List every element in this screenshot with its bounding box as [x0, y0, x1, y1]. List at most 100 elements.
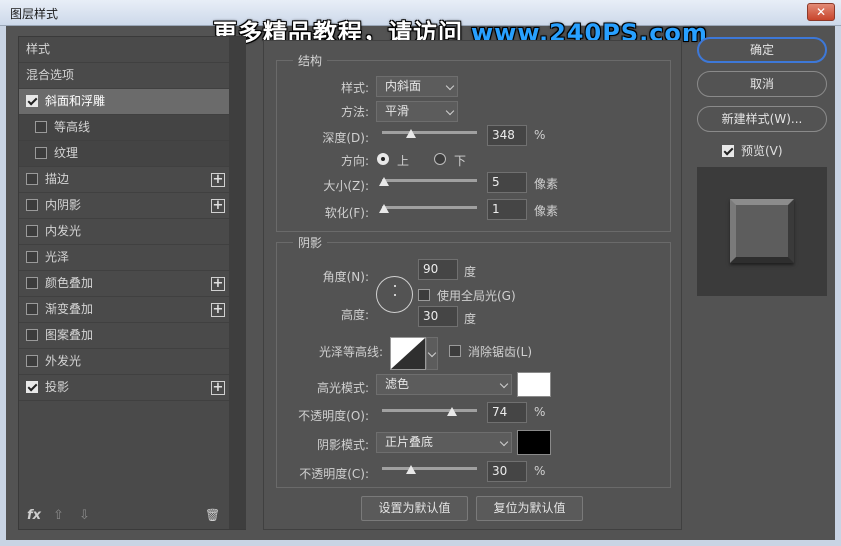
depth-input[interactable]: 348 — [487, 125, 527, 146]
trash-icon[interactable]: 🗑 — [205, 508, 220, 522]
highlight-opacity-slider[interactable] — [382, 407, 477, 416]
depth-slider-thumb[interactable] — [406, 129, 416, 138]
list-item-color-overlay[interactable]: 颜色叠加 + — [19, 271, 229, 297]
soften-slider-thumb[interactable] — [379, 204, 389, 213]
soften-slider[interactable] — [379, 204, 477, 213]
texture-checkbox[interactable] — [35, 146, 47, 159]
highlight-opacity-input[interactable]: 74 — [487, 402, 527, 423]
size-slider[interactable] — [379, 177, 477, 186]
add-inner-shadow-icon[interactable]: + — [211, 199, 225, 213]
styles-list-scrollbar[interactable] — [229, 37, 246, 529]
add-color-overlay-icon[interactable]: + — [211, 277, 225, 291]
gradient-overlay-checkbox[interactable] — [26, 302, 38, 315]
direction-up-radio[interactable] — [377, 153, 389, 165]
angle-input[interactable]: 90 — [418, 259, 458, 280]
list-item-label: 纹理 — [54, 146, 79, 160]
list-item-stroke[interactable]: 描边 + — [19, 167, 229, 193]
add-stroke-icon[interactable]: + — [211, 173, 225, 187]
list-item-pattern-overlay[interactable]: 图案叠加 — [19, 323, 229, 349]
list-item-label: 投影 — [45, 380, 70, 394]
list-item-drop-shadow[interactable]: 投影 + — [19, 375, 229, 401]
technique-select-value: 平滑 — [385, 104, 410, 118]
list-item-inner-shadow[interactable]: 内阴影 + — [19, 193, 229, 219]
styles-list: 样式 混合选项 斜面和浮雕 等高线 纹理 描边 + 内阴影 + 内发光 光泽 颜色叠… — [19, 37, 229, 401]
list-item-label: 等高线 — [54, 120, 91, 134]
move-up-icon[interactable]: ⇧ — [53, 508, 64, 523]
stroke-checkbox[interactable] — [26, 172, 38, 185]
preview-toggle[interactable]: 预览(V) — [722, 142, 783, 159]
global-light-checkbox[interactable] — [418, 289, 430, 301]
list-item-styles[interactable]: 样式 — [19, 37, 229, 63]
style-select[interactable]: 内斜面 — [376, 76, 458, 97]
depth-slider[interactable] — [382, 129, 477, 138]
preview-checkbox[interactable] — [722, 144, 734, 157]
angle-dial[interactable] — [376, 276, 413, 313]
soften-input[interactable]: 1 — [487, 199, 527, 220]
shadow-mode-value: 正片叠底 — [385, 435, 434, 449]
highlight-opacity-label: 不透明度(O): — [298, 409, 369, 423]
highlight-mode-select[interactable]: 滤色 — [376, 374, 512, 395]
preview-label: 预览(V) — [741, 144, 783, 158]
list-item-inner-glow[interactable]: 内发光 — [19, 219, 229, 245]
preview-swatch-tile — [730, 199, 794, 263]
chevron-down-icon — [499, 379, 509, 389]
make-default-button[interactable]: 设置为默认值 — [361, 496, 468, 521]
highlight-color-swatch[interactable] — [517, 372, 551, 397]
list-item-bevel-emboss[interactable]: 斜面和浮雕 — [19, 89, 229, 115]
reset-default-button[interactable]: 复位为默认值 — [476, 496, 583, 521]
ok-button[interactable]: 确定 — [697, 37, 827, 63]
cancel-button[interactable]: 取消 — [697, 71, 827, 97]
size-input[interactable]: 5 — [487, 172, 527, 193]
close-button[interactable]: ✕ — [807, 3, 835, 21]
move-down-icon[interactable]: ⇩ — [79, 508, 90, 523]
new-style-button[interactable]: 新建样式(W)... — [697, 106, 827, 132]
list-item-blending-options[interactable]: 混合选项 — [19, 63, 229, 89]
pattern-overlay-checkbox[interactable] — [26, 328, 38, 341]
add-gradient-overlay-icon[interactable]: + — [211, 303, 225, 317]
angle-unit: 度 — [464, 265, 477, 279]
list-item-texture[interactable]: 纹理 — [19, 141, 229, 167]
gloss-contour-preview[interactable] — [390, 337, 426, 370]
inner-shadow-checkbox[interactable] — [26, 198, 38, 211]
list-item-outer-glow[interactable]: 外发光 — [19, 349, 229, 375]
fx-icon[interactable]: fx — [27, 508, 41, 523]
shadow-opacity-input[interactable]: 30 — [487, 461, 527, 482]
direction-up-label: 上 — [397, 154, 410, 168]
shadow-mode-select[interactable]: 正片叠底 — [376, 432, 512, 453]
angle-label: 角度(N): — [322, 270, 369, 284]
bevel-emboss-checkbox[interactable] — [26, 94, 38, 107]
shadow-opacity-thumb[interactable] — [406, 465, 416, 474]
direction-down-radio[interactable] — [434, 153, 446, 165]
chevron-down-icon — [499, 437, 509, 447]
highlight-mode-label: 高光模式: — [316, 381, 369, 395]
list-item-label: 斜面和浮雕 — [45, 94, 106, 108]
inner-glow-checkbox[interactable] — [26, 224, 38, 237]
style-label: 样式: — [340, 81, 369, 95]
drop-shadow-checkbox[interactable] — [26, 380, 38, 393]
list-item-label: 混合选项 — [26, 68, 75, 82]
close-icon: ✕ — [815, 5, 827, 19]
shadow-color-swatch[interactable] — [517, 430, 551, 455]
shadow-opacity-label: 不透明度(C): — [299, 467, 369, 481]
technique-select[interactable]: 平滑 — [376, 101, 458, 122]
direction-label: 方向: — [340, 154, 369, 168]
satin-checkbox[interactable] — [26, 250, 38, 263]
list-item-satin[interactable]: 光泽 — [19, 245, 229, 271]
gloss-contour-dropdown[interactable] — [426, 337, 438, 370]
list-item-contour[interactable]: 等高线 — [19, 115, 229, 141]
shading-title: 阴影 — [293, 234, 328, 251]
color-overlay-checkbox[interactable] — [26, 276, 38, 289]
outer-glow-checkbox[interactable] — [26, 354, 38, 367]
highlight-opacity-thumb[interactable] — [447, 407, 457, 416]
anti-alias-checkbox[interactable] — [449, 345, 461, 357]
contour-curve-icon — [391, 338, 425, 369]
styles-list-footer: fx ⇧ ⇩ 🗑 — [19, 503, 229, 529]
window-title: 图层样式 — [10, 7, 59, 21]
add-drop-shadow-icon[interactable]: + — [211, 381, 225, 395]
contour-checkbox[interactable] — [35, 120, 47, 133]
altitude-input[interactable]: 30 — [418, 306, 458, 327]
list-item-gradient-overlay[interactable]: 渐变叠加 + — [19, 297, 229, 323]
list-item-label: 图案叠加 — [45, 328, 94, 342]
shadow-opacity-slider[interactable] — [382, 465, 477, 474]
size-slider-thumb[interactable] — [379, 177, 389, 186]
